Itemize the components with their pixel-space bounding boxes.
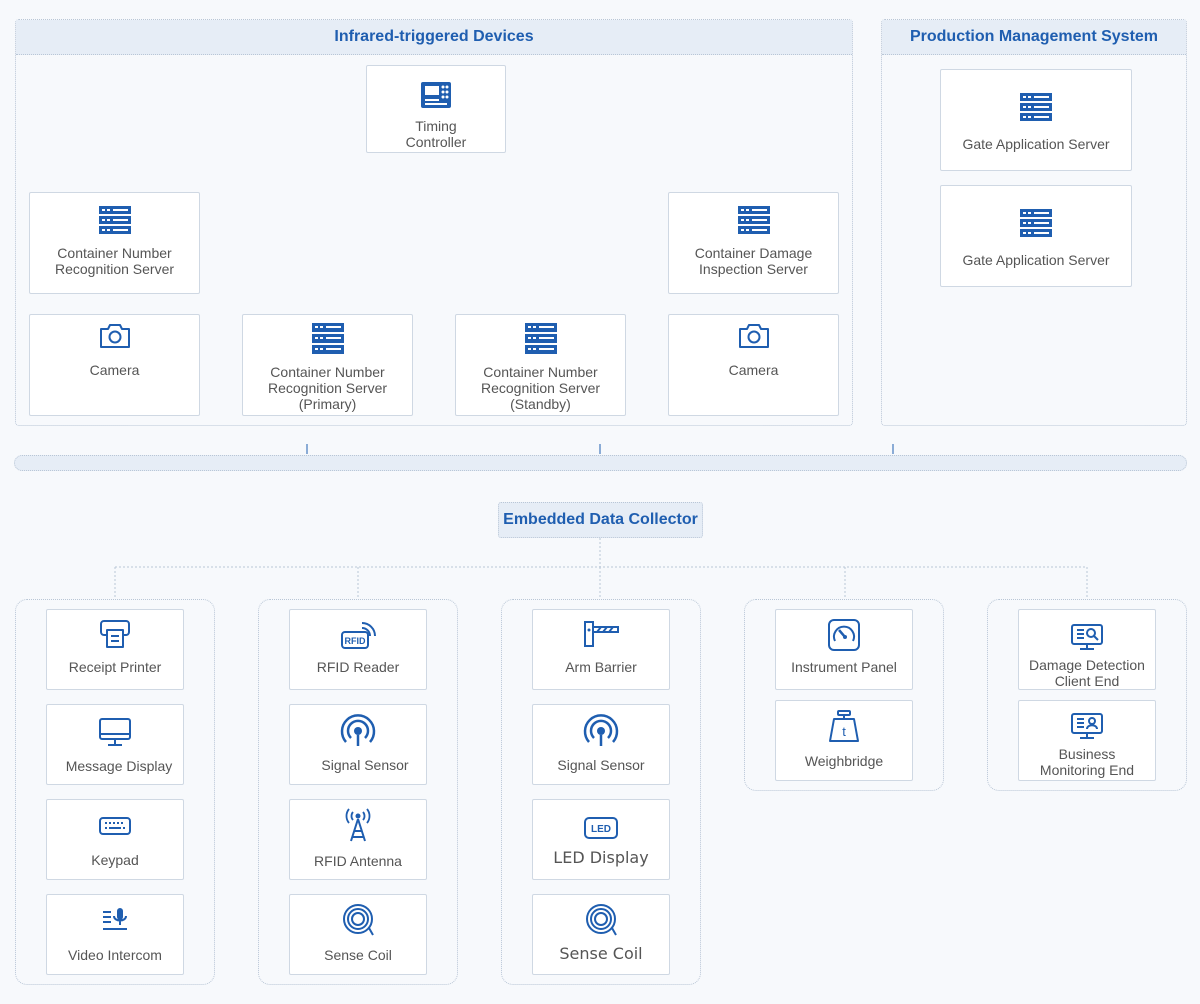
inspection-monitor-icon	[1071, 624, 1103, 650]
weight-icon: t	[829, 710, 859, 742]
keypad-node[interactable]: Keypad	[46, 799, 184, 880]
message-display-node[interactable]: Message Display	[46, 704, 184, 785]
svg-text:RFID: RFID	[345, 636, 366, 646]
gate-server-1-label: Gate Application Server	[962, 136, 1110, 152]
sense-coil-node-2[interactable]: Sense Coil	[532, 894, 670, 975]
signal-sensor-label-2: Signal Sensor	[557, 757, 645, 773]
sense-coil-label-2: Sense Coil	[559, 944, 643, 963]
printer-icon	[100, 620, 130, 648]
camera-icon	[738, 324, 769, 348]
server-icon	[98, 206, 131, 234]
weighbridge-node[interactable]: t Weighbridge	[775, 700, 913, 781]
weighbridge-label: Weighbridge	[804, 753, 884, 769]
signal-sensor-node-2[interactable]: Signal Sensor	[532, 704, 670, 785]
receipt-printer-node[interactable]: Receipt Printer	[46, 609, 184, 690]
camera-left-label: Camera	[89, 362, 140, 378]
camera-icon	[99, 324, 130, 348]
cnr-primary-label: Container Number Recognition Server (Pri…	[267, 364, 388, 412]
camera-right-node[interactable]: Camera	[668, 314, 839, 416]
timing-controller-label: Timing Controller	[405, 118, 467, 150]
production-management-title: Production Management System	[882, 20, 1186, 55]
sense-coil-label-1: Sense Coil	[324, 947, 392, 963]
cdi-server-node[interactable]: Container Damage Inspection Server	[668, 192, 839, 294]
infrared-devices-title: Infrared-triggered Devices	[16, 20, 852, 55]
instrument-panel-node[interactable]: Instrument Panel	[775, 609, 913, 690]
camera-left-node[interactable]: Camera	[29, 314, 200, 416]
led-display-label: LED Display	[553, 848, 649, 867]
barrier-icon	[584, 621, 619, 647]
gate-server-2-node[interactable]: Gate Application Server	[940, 185, 1132, 287]
rfid-reader-icon: RFID	[341, 622, 376, 649]
server-icon	[1020, 209, 1052, 237]
keypad-label: Keypad	[91, 852, 139, 868]
signal-sensor-node-1[interactable]: Signal Sensor	[289, 704, 427, 785]
cnr-server-left-node[interactable]: Container Number Recognition Server	[29, 192, 200, 294]
cnr-server-left-label: Container Number Recognition Server	[54, 245, 175, 277]
receipt-printer-label: Receipt Printer	[68, 659, 162, 675]
camera-right-label: Camera	[728, 362, 779, 378]
business-monitoring-node[interactable]: Business Monitoring End	[1018, 700, 1156, 781]
signal-sensor-label-1: Signal Sensor	[321, 757, 409, 773]
arm-barrier-node[interactable]: Arm Barrier	[532, 609, 670, 690]
gate-server-1-node[interactable]: Gate Application Server	[940, 69, 1132, 171]
monitor-icon	[99, 718, 131, 746]
coil-icon	[586, 904, 617, 936]
intercom-icon	[103, 908, 127, 930]
instrument-panel-label: Instrument Panel	[791, 659, 897, 675]
server-icon	[737, 206, 770, 234]
cnr-standby-label: Container Number Recognition Server (Sta…	[480, 364, 601, 412]
server-icon	[524, 323, 557, 354]
rfid-antenna-node[interactable]: RFID Antenna	[289, 799, 427, 880]
video-intercom-node[interactable]: Video Intercom	[46, 894, 184, 975]
server-icon	[311, 323, 344, 354]
damage-detection-client-label: Damage Detection Client End	[1029, 657, 1145, 689]
video-intercom-label: Video Intercom	[68, 947, 162, 963]
embedded-data-collector[interactable]: Embedded Data Collector	[498, 502, 703, 538]
damage-detection-client-node[interactable]: Damage Detection Client End	[1018, 609, 1156, 690]
led-display-node[interactable]: LED LED Display	[532, 799, 670, 880]
gate-server-2-label: Gate Application Server	[962, 252, 1110, 268]
signal-sensor-icon	[583, 714, 619, 746]
antenna-icon	[345, 808, 371, 842]
network-bus	[14, 455, 1187, 471]
rfid-antenna-label: RFID Antenna	[314, 853, 402, 869]
cnr-primary-node[interactable]: Container Number Recognition Server (Pri…	[242, 314, 413, 416]
user-monitor-icon	[1071, 713, 1103, 739]
timing-controller-node[interactable]: Timing Controller	[366, 65, 506, 153]
arm-barrier-label: Arm Barrier	[565, 659, 637, 675]
keypad-icon	[99, 817, 131, 835]
rfid-reader-label: RFID Reader	[316, 659, 400, 675]
cdi-server-label: Container Damage Inspection Server	[694, 245, 813, 277]
business-monitoring-label: Business Monitoring End	[1039, 746, 1135, 778]
message-display-label: Message Display	[65, 758, 173, 774]
sense-coil-node-1[interactable]: Sense Coil	[289, 894, 427, 975]
signal-sensor-icon	[340, 714, 376, 746]
controller-icon	[421, 82, 451, 108]
server-icon	[1020, 93, 1052, 121]
rfid-reader-node[interactable]: RFID RFID Reader	[289, 609, 427, 690]
cnr-standby-node[interactable]: Container Number Recognition Server (Sta…	[455, 314, 626, 416]
coil-icon	[343, 904, 374, 936]
svg-text:LED: LED	[591, 824, 611, 835]
led-icon: LED	[584, 817, 618, 839]
gauge-icon	[828, 619, 860, 651]
svg-text:t: t	[842, 724, 846, 739]
